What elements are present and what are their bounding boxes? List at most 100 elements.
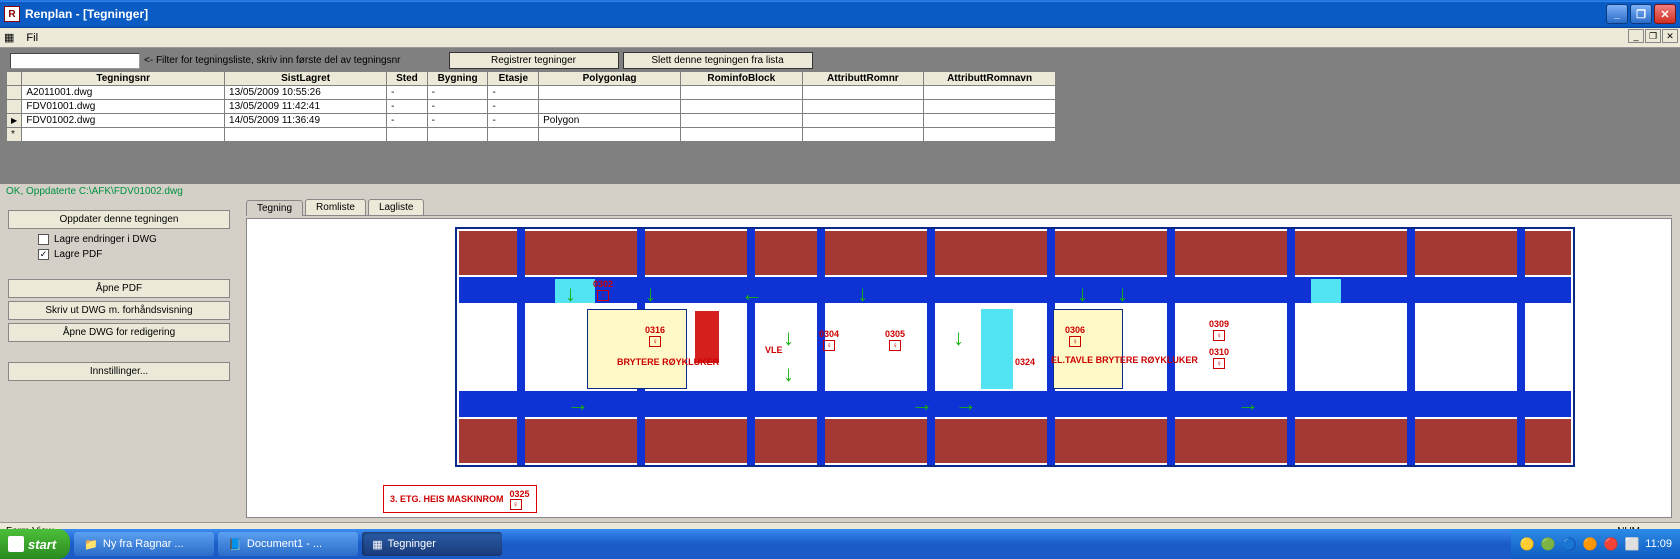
tray-icon[interactable]: 🟠 bbox=[1582, 536, 1598, 552]
save-dwg-checkbox-row[interactable]: Lagre endringer i DWG bbox=[8, 232, 238, 247]
tray-icon[interactable]: ⬜ bbox=[1624, 536, 1640, 552]
tray-icon[interactable]: 🟢 bbox=[1540, 536, 1556, 552]
cell[interactable]: FDV01001.dwg bbox=[22, 100, 225, 114]
cell[interactable]: - bbox=[427, 114, 488, 128]
legend-text: 3. ETG. HEIS MASKINROM bbox=[390, 494, 504, 504]
cell[interactable] bbox=[22, 128, 225, 142]
cell[interactable] bbox=[680, 86, 802, 100]
cell[interactable]: 13/05/2009 11:42:41 bbox=[225, 100, 387, 114]
cell[interactable]: FDV01002.dwg bbox=[22, 114, 225, 128]
edit-dwg-button[interactable]: Åpne DWG for redigering bbox=[8, 323, 230, 342]
legend-box: 3. ETG. HEIS MASKINROM 0325♀ bbox=[383, 485, 537, 513]
col-tegningsnr[interactable]: Tegningsnr bbox=[22, 72, 225, 86]
print-dwg-button[interactable]: Skriv ut DWG m. forhåndsvisning bbox=[8, 301, 230, 320]
col-bygning[interactable]: Bygning bbox=[427, 72, 488, 86]
taskbar-item[interactable]: 📁Ny fra Ragnar ... bbox=[74, 532, 214, 556]
cell[interactable]: - bbox=[387, 100, 428, 114]
drawings-table[interactable]: Tegningsnr SistLagret Sted Bygning Etasj… bbox=[6, 71, 1056, 142]
cell[interactable] bbox=[924, 100, 1056, 114]
col-etasje[interactable]: Etasje bbox=[488, 72, 539, 86]
minimize-button[interactable]: _ bbox=[1606, 4, 1628, 24]
table-row[interactable]: FDV01001.dwg13/05/2009 11:42:41--- bbox=[7, 100, 1056, 114]
mdi-close-button[interactable]: ✕ bbox=[1662, 29, 1678, 43]
sidebar: Oppdater denne tegningen Lagre endringer… bbox=[0, 199, 246, 522]
cell[interactable] bbox=[924, 86, 1056, 100]
maximize-button[interactable]: ❐ bbox=[1630, 4, 1652, 24]
row-selector[interactable] bbox=[7, 86, 22, 100]
cell[interactable] bbox=[802, 128, 924, 142]
update-drawing-button[interactable]: Oppdater denne tegningen bbox=[8, 210, 230, 229]
menu-file[interactable]: Fil bbox=[20, 30, 44, 46]
cell[interactable]: Polygon bbox=[539, 114, 681, 128]
cell[interactable]: - bbox=[387, 86, 428, 100]
start-button[interactable]: start bbox=[0, 529, 70, 559]
tray-icon[interactable]: 🔵 bbox=[1561, 536, 1577, 552]
plan-strip bbox=[459, 419, 1571, 463]
row-selector[interactable] bbox=[7, 100, 22, 114]
cell[interactable]: - bbox=[427, 86, 488, 100]
drawing-viewer[interactable]: ↓ ↓ ← ↓ ↓ ↓ ↓ → → → ↓ ↓ → 0302♀ 0316♀ BR… bbox=[246, 218, 1672, 518]
cell[interactable]: 13/05/2009 10:55:26 bbox=[225, 86, 387, 100]
cell[interactable] bbox=[427, 128, 488, 142]
cell[interactable] bbox=[539, 86, 681, 100]
cell[interactable]: 14/05/2009 11:36:49 bbox=[225, 114, 387, 128]
save-pdf-checkbox-row[interactable]: ✓ Lagre PDF bbox=[8, 247, 238, 262]
tray-icon[interactable]: 🟡 bbox=[1519, 536, 1535, 552]
filter-input[interactable] bbox=[10, 53, 140, 69]
table-row[interactable]: A2011001.dwg13/05/2009 10:55:26--- bbox=[7, 86, 1056, 100]
cell[interactable] bbox=[387, 128, 428, 142]
mdi-minimize-button[interactable]: _ bbox=[1628, 29, 1644, 43]
cell[interactable]: - bbox=[387, 114, 428, 128]
taskbar-item[interactable]: 📘Document1 - ... bbox=[218, 532, 358, 556]
row-selector[interactable] bbox=[7, 114, 22, 128]
cell[interactable] bbox=[680, 128, 802, 142]
tabs-row: Tegning Romliste Lagliste bbox=[246, 199, 1672, 216]
cell[interactable] bbox=[924, 114, 1056, 128]
col-attributtromnr[interactable]: AttributtRomnr bbox=[802, 72, 924, 86]
cell[interactable]: - bbox=[488, 100, 539, 114]
cell[interactable]: A2011001.dwg bbox=[22, 86, 225, 100]
mdi-restore-button[interactable]: ❐ bbox=[1645, 29, 1661, 43]
plan-strip bbox=[459, 231, 1571, 275]
checkbox-icon[interactable]: ✓ bbox=[38, 249, 49, 260]
taskbar-item[interactable]: ▦Tegninger bbox=[362, 532, 502, 556]
cell[interactable] bbox=[539, 100, 681, 114]
col-polygonlag[interactable]: Polygonlag bbox=[539, 72, 681, 86]
cell[interactable] bbox=[802, 100, 924, 114]
cell[interactable] bbox=[924, 128, 1056, 142]
cell[interactable]: - bbox=[427, 100, 488, 114]
col-sistlagret[interactable]: SistLagret bbox=[225, 72, 387, 86]
cell[interactable] bbox=[802, 86, 924, 100]
room-label: 0304♀ bbox=[819, 329, 839, 351]
system-tray[interactable]: 🟡 🟢 🔵 🟠 🔴 ⬜ 11:09 bbox=[1511, 529, 1680, 559]
row-selector[interactable] bbox=[7, 128, 22, 142]
app-icon: R bbox=[4, 6, 20, 22]
col-sted[interactable]: Sted bbox=[387, 72, 428, 86]
col-attributtromnavn[interactable]: AttributtRomnavn bbox=[924, 72, 1056, 86]
cell[interactable]: - bbox=[488, 86, 539, 100]
cell[interactable]: - bbox=[488, 114, 539, 128]
cell[interactable] bbox=[488, 128, 539, 142]
delete-drawing-button[interactable]: Slett denne tegningen fra lista bbox=[623, 52, 813, 69]
checkbox-icon[interactable] bbox=[38, 234, 49, 245]
cell[interactable] bbox=[802, 114, 924, 128]
cell[interactable] bbox=[680, 100, 802, 114]
room-label: 0324 bbox=[1015, 357, 1035, 367]
task-label: Ny fra Ragnar ... bbox=[103, 538, 184, 550]
close-button[interactable]: ✕ bbox=[1654, 4, 1676, 24]
settings-button[interactable]: Innstillinger... bbox=[8, 362, 230, 381]
plan-column bbox=[927, 229, 935, 465]
cell[interactable] bbox=[539, 128, 681, 142]
table-row[interactable]: FDV01002.dwg14/05/2009 11:36:49---Polygo… bbox=[7, 114, 1056, 128]
tab-romliste[interactable]: Romliste bbox=[305, 199, 366, 215]
register-button[interactable]: Registrer tegninger bbox=[449, 52, 619, 69]
cell[interactable] bbox=[680, 114, 802, 128]
open-pdf-button[interactable]: Åpne PDF bbox=[8, 279, 230, 298]
cell[interactable] bbox=[225, 128, 387, 142]
col-rominfoblock[interactable]: RominfoBlock bbox=[680, 72, 802, 86]
tab-lagliste[interactable]: Lagliste bbox=[368, 199, 424, 215]
filter-hint: <- Filter for tegningsliste, skriv inn f… bbox=[144, 55, 401, 66]
table-row-new[interactable] bbox=[7, 128, 1056, 142]
tab-tegning[interactable]: Tegning bbox=[246, 200, 303, 216]
tray-icon[interactable]: 🔴 bbox=[1603, 536, 1619, 552]
